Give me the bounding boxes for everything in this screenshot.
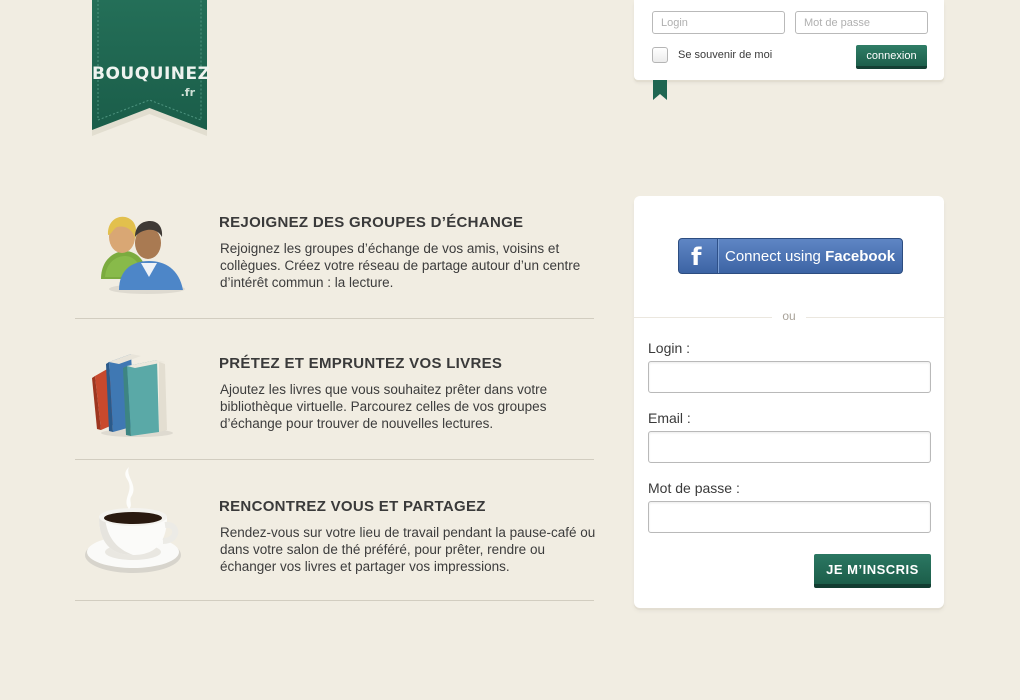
feature-text: Ajoutez les livres que vous souhaitez pr… xyxy=(220,382,548,431)
logo-text: BOUQUINEZ xyxy=(92,64,211,84)
remember-me-checkbox[interactable] xyxy=(652,47,668,63)
books-icon xyxy=(75,318,210,459)
connexion-button[interactable]: connexion xyxy=(856,45,927,69)
logo-tld: .fr xyxy=(180,86,195,99)
site-logo[interactable]: BOUQUINEZ .fr xyxy=(92,0,211,140)
users-icon xyxy=(75,177,210,318)
feature-books: PRÉTEZ ET EMPRUNTEZ VOS LIVRES Ajoutez l… xyxy=(75,318,594,460)
signup-card: f Connect using Facebook ou Login : Emai… xyxy=(634,196,944,608)
facebook-connect-button[interactable]: f Connect using Facebook xyxy=(678,238,903,274)
feature-title: REJOIGNEZ DES GROUPES D’ÉCHANGE xyxy=(219,214,524,231)
bookmark-icon xyxy=(653,80,667,100)
coffee-cup-icon xyxy=(75,459,210,600)
login-label: Login : xyxy=(648,340,691,356)
top-login-panel: Se souvenir de moi connexion xyxy=(634,0,944,80)
remember-me-label: Se souvenir de moi xyxy=(678,49,773,61)
facebook-brand: Facebook xyxy=(825,248,896,265)
signup-login-input[interactable] xyxy=(648,361,931,393)
signup-email-input[interactable] xyxy=(648,431,931,463)
feature-title: PRÉTEZ ET EMPRUNTEZ VOS LIVRES xyxy=(219,355,503,372)
facebook-prefix: Connect using xyxy=(725,248,826,265)
password-label: Mot de passe : xyxy=(648,480,740,496)
signup-button[interactable]: JE M’INSCRIS xyxy=(814,554,931,588)
feature-text: Rendez-vous sur votre lieu de travail pe… xyxy=(220,525,596,574)
feature-meet: RENCONTREZ VOUS ET PARTAGEZ Rendez-vous … xyxy=(75,459,595,601)
signup-password-input[interactable] xyxy=(648,501,931,533)
feature-title: RENCONTREZ VOUS ET PARTAGEZ xyxy=(219,498,486,515)
facebook-icon: f xyxy=(679,239,718,273)
feature-text: Rejoignez les groupes d’échange de vos a… xyxy=(220,241,581,290)
top-password-input[interactable] xyxy=(795,11,928,34)
or-separator: ou xyxy=(772,309,806,323)
email-label: Email : xyxy=(648,410,691,426)
feature-groups: REJOIGNEZ DES GROUPES D’ÉCHANGE Rejoigne… xyxy=(75,177,594,319)
top-login-input[interactable] xyxy=(652,11,785,34)
